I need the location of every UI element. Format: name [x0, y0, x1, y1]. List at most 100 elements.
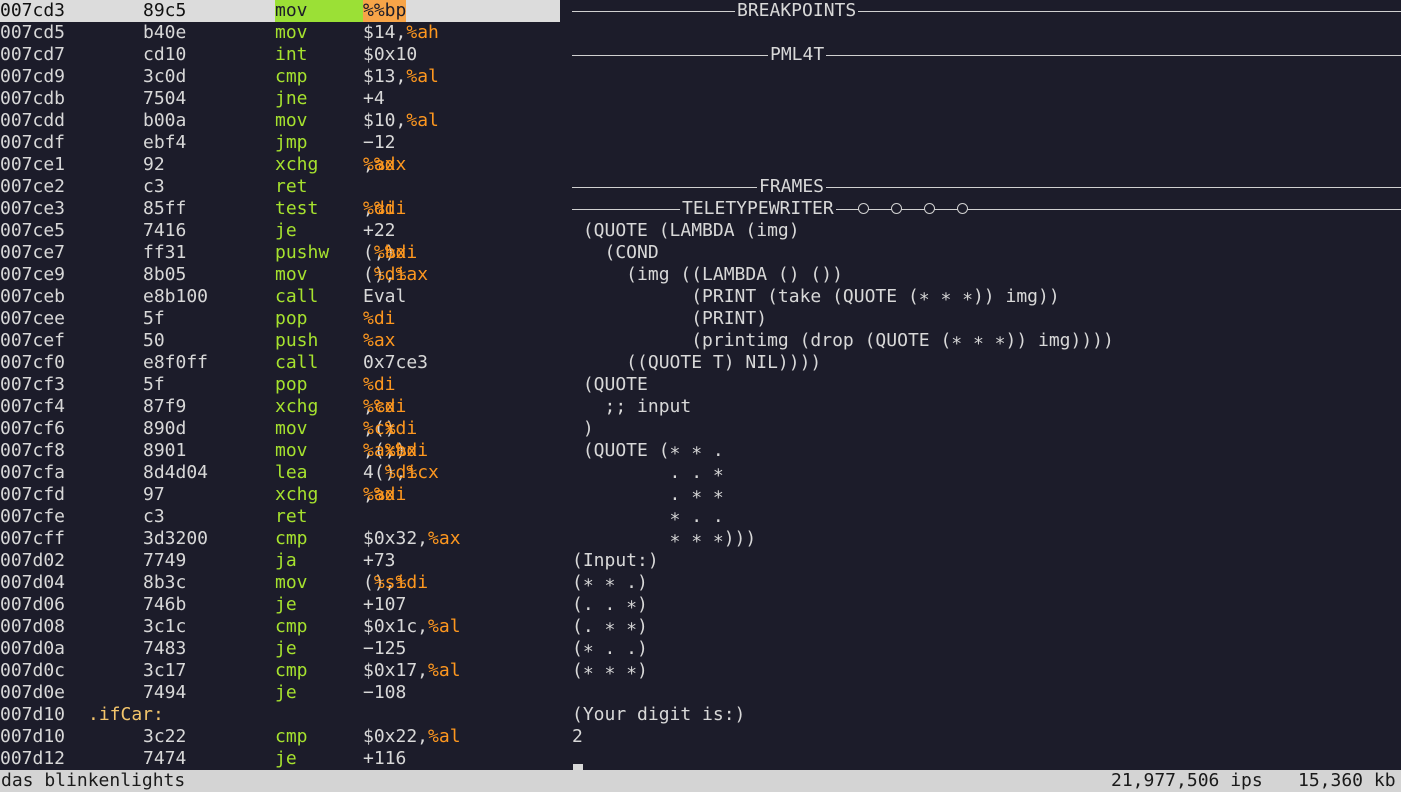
operands: $0x10 [363, 44, 418, 65]
instruction-row[interactable]: 007d0e 7494 je −108 [0, 682, 560, 704]
mnemonic: je [275, 220, 297, 241]
pml4t-title: PML4T [768, 44, 827, 66]
pml4t-header[interactable]: PML4T [572, 44, 1401, 66]
instruction-row[interactable]: 007d08 3c1c cmp $0x1c, %al [0, 616, 560, 638]
operands: +107 [363, 594, 407, 615]
address: 007d0e [0, 682, 66, 703]
opcode-bytes: 7504 [143, 88, 187, 109]
mnemonic: xchg [275, 484, 319, 505]
instruction-row[interactable]: 007cdb 7504 jne +4 [0, 88, 560, 110]
instruction-row[interactable]: 007d10 .ifCar: [0, 704, 560, 726]
mnemonic: mov [275, 264, 308, 285]
opcode-bytes: 746b [143, 594, 187, 615]
address: 007ce7 [0, 242, 66, 263]
led-icon [891, 203, 902, 214]
instruction-row[interactable]: 007ce3 85ff test %di, %di [0, 198, 560, 220]
address: 007cfd [0, 484, 66, 505]
instruction-row[interactable]: 007ce5 7416 je +22 [0, 220, 560, 242]
opcode-bytes: ff31 [143, 242, 187, 263]
opcode-bytes: 87f9 [143, 396, 187, 417]
instruction-row[interactable]: 007cf0 e8f0ff call 0x7ce3 [0, 352, 560, 374]
mnemonic: jne [275, 88, 308, 109]
opcode-bytes: 3d3200 [143, 528, 209, 549]
opcode-bytes: 8d4d04 [143, 462, 209, 483]
instruction-row[interactable]: 007cef 50 push %ax [0, 330, 560, 352]
instruction-row[interactable]: 007cfa 8d4d04 lea 4(%di), %cx [0, 462, 560, 484]
mnemonic: xchg [275, 396, 319, 417]
teletype-line: (QUOTE (LAMBDA (img) [572, 220, 800, 241]
opcode-bytes: 85ff [143, 198, 187, 219]
disassembly-pane[interactable]: 007cd389c5mov%ax,%bp007cd5b40emov$14,%ah… [0, 0, 560, 770]
operands: Eval [363, 286, 407, 307]
instruction-row[interactable]: 007cd7 cd10 int $0x10 [0, 44, 560, 66]
breakpoints-header[interactable]: BREAKPOINTS [572, 0, 1401, 22]
address: 007d02 [0, 550, 66, 571]
frames-title: FRAMES [757, 176, 827, 198]
mnemonic: mov [275, 22, 308, 43]
opcode-bytes: 3c1c [143, 616, 187, 637]
instruction-row[interactable]: 007d0a 7483 je −125 [0, 638, 560, 660]
operands: $13, %al [363, 66, 439, 87]
instruction-row[interactable]: 007ce9 8b05 mov (%di), %ax [0, 264, 560, 286]
address: 007d04 [0, 572, 66, 593]
instruction-row[interactable]: 007d06 746b je +107 [0, 594, 560, 616]
instruction-row[interactable]: 007ce1 92 xchg %ax, %dx [0, 154, 560, 176]
address: 007cf3 [0, 374, 66, 395]
teletype-line: (Input:) [572, 550, 659, 571]
opcode-bytes: 7749 [143, 550, 187, 571]
mnemonic: mov [275, 110, 308, 131]
frames-header[interactable]: FRAMES [572, 176, 1401, 198]
mnemonic: pop [275, 374, 308, 395]
breakpoints-title: BREAKPOINTS [735, 0, 859, 22]
opcode-bytes: 7416 [143, 220, 187, 241]
instruction-row[interactable]: 007cf8 8901 mov %ax ,(%bx, %di) [0, 440, 560, 462]
instruction-row[interactable]: 007d04 8b3c mov (%si), %di [0, 572, 560, 594]
opcode-bytes: 3c22 [143, 726, 187, 747]
code-label: .ifCar: [88, 704, 164, 725]
teletype-line: (. ∗ ∗) [572, 616, 648, 637]
instruction-row[interactable]: 007cdd b00a mov $10, %al [0, 110, 560, 132]
operands: $0x17, %al [363, 660, 461, 681]
instruction-row[interactable]: 007cee 5f pop %di [0, 308, 560, 330]
teletype-line: ((QUOTE T) NIL)))) [572, 352, 822, 373]
instruction-row[interactable]: 007ceb e8b100 call Eval [0, 286, 560, 308]
instruction-row[interactable]: 007cf6 890d mov %cx ,(%di) [0, 418, 560, 440]
address: 007cf8 [0, 440, 66, 461]
instruction-row[interactable]: 007cd5 b40e mov $14, %ah [0, 22, 560, 44]
mnemonic: pop [275, 308, 308, 329]
status-bar: das blinkenlights 21,977,506 ips 15,360 … [0, 770, 1401, 792]
teletype-line: (printimg (drop (QUOTE (∗ ∗ ∗)) img)))) [572, 330, 1114, 351]
instruction-row[interactable]: 007ce7 ff31 pushw (%bx, %di) [0, 242, 560, 264]
mnemonic: mov [275, 440, 308, 461]
instruction-row[interactable]: 007cfe c3 ret [0, 506, 560, 528]
instruction-row[interactable]: 007ce2 c3 ret [0, 176, 560, 198]
operands: (%si), %di [363, 572, 429, 593]
instruction-row[interactable]: 007cdf ebf4 jmp −12 [0, 132, 560, 154]
address: 007d12 [0, 748, 66, 769]
instruction-row[interactable]: 007d02 7749 ja +73 [0, 550, 560, 572]
operands: %ax, %di [363, 484, 407, 505]
teletype-line: ;; input [572, 396, 692, 417]
instruction-row[interactable]: 007cf4 87f9 xchg %cx, %di [0, 396, 560, 418]
operands: $0x32, %ax [363, 528, 461, 549]
instruction-row[interactable]: 007cfd 97 xchg %ax, %di [0, 484, 560, 506]
address: 007d0a [0, 638, 66, 659]
opcode-bytes: 50 [143, 330, 165, 351]
current-instruction-row[interactable]: 007cd3 89c5 mov%ax,%bp [0, 0, 560, 22]
teletype-header[interactable]: TELETYPEWRITER [572, 198, 1401, 220]
address: 007cd7 [0, 44, 66, 65]
mnemonic: ret [275, 506, 308, 527]
instruction-row[interactable]: 007d0c 3c17 cmp $0x17, %al [0, 660, 560, 682]
instruction-row[interactable]: 007cff 3d3200 cmp $0x32, %ax [0, 528, 560, 550]
mnemonic: ja [275, 550, 297, 571]
operands: −12 [363, 132, 396, 153]
mnemonic: je [275, 682, 297, 703]
instruction-row[interactable]: 007cd9 3c0d cmp $13, %al [0, 66, 560, 88]
instruction-row[interactable]: 007d10 3c22 cmp $0x22, %al [0, 726, 560, 748]
instruction-row[interactable]: 007d12 7474 je +116 [0, 748, 560, 770]
mnemonic: je [275, 594, 297, 615]
opcode-bytes: e8b100 [143, 286, 209, 307]
instruction-row[interactable]: 007cf3 5f pop %di [0, 374, 560, 396]
mnemonic: call [275, 286, 319, 307]
app-name: das blinkenlights [1, 770, 186, 791]
